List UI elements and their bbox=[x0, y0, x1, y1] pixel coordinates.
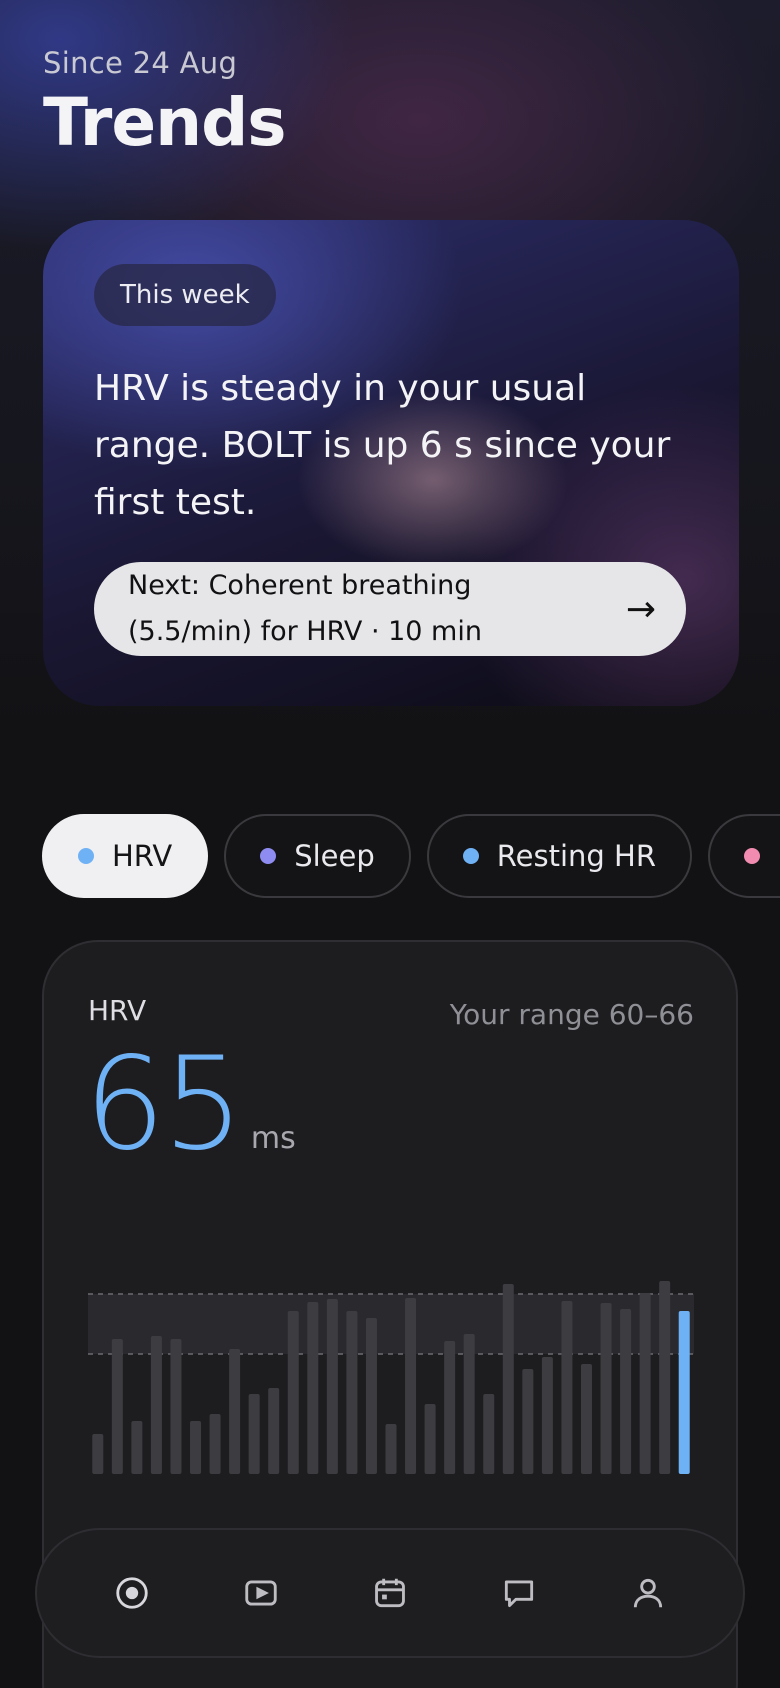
hrv-bar bbox=[170, 1339, 182, 1474]
hrv-bar bbox=[385, 1424, 397, 1474]
hrv-bar bbox=[111, 1339, 123, 1474]
bottom-navigation bbox=[35, 1528, 745, 1658]
chip-resting-hr[interactable]: Resting HR bbox=[426, 814, 692, 898]
this-week-badge: This week bbox=[94, 264, 276, 326]
chat-icon bbox=[505, 1580, 534, 1608]
hrv-bar bbox=[405, 1298, 417, 1474]
next-session-button[interactable]: Next: Coherent breathing (5.5/min) for H… bbox=[94, 562, 686, 656]
metric-dot-icon bbox=[743, 848, 760, 864]
hrv-bar bbox=[463, 1334, 475, 1474]
hrv-bar bbox=[365, 1318, 377, 1474]
chip-sleep[interactable]: Sleep bbox=[224, 814, 411, 898]
hrv-bar bbox=[620, 1309, 632, 1474]
hrv-bar bbox=[580, 1364, 592, 1474]
nav-chat[interactable] bbox=[484, 1558, 554, 1628]
current-value: 65 ms bbox=[84, 1040, 296, 1170]
weekly-summary-card: This week HRV is steady in your usual ra… bbox=[43, 220, 739, 706]
nav-calendar[interactable] bbox=[355, 1558, 425, 1628]
hrv-unit: ms bbox=[250, 1121, 296, 1156]
resting-hr-dot-icon bbox=[462, 848, 479, 864]
metric-chip-bar[interactable]: HRV Sleep Resting HR bbox=[42, 814, 780, 898]
hrv-bar bbox=[190, 1421, 202, 1474]
nav-sessions[interactable] bbox=[226, 1558, 296, 1628]
range-label: Your range 60–66 bbox=[449, 998, 694, 1031]
chip-label: Sleep bbox=[294, 839, 375, 873]
weekly-summary-text: HRV is steady in your usual range. BOLT … bbox=[94, 368, 671, 523]
play-icon bbox=[245, 1580, 277, 1606]
calendar-icon bbox=[375, 1578, 405, 1608]
hrv-bar bbox=[639, 1293, 651, 1474]
hrv-bar bbox=[483, 1394, 495, 1474]
sleep-dot-icon bbox=[260, 848, 277, 864]
hrv-bar bbox=[444, 1341, 456, 1474]
hrv-bar bbox=[150, 1336, 162, 1474]
hrv-bar bbox=[541, 1357, 553, 1474]
nav-home[interactable] bbox=[97, 1558, 167, 1628]
hrv-bar bbox=[131, 1421, 143, 1474]
since-date: Since 24 Aug bbox=[43, 46, 238, 80]
target-icon bbox=[115, 1577, 148, 1609]
hrv-bar bbox=[248, 1394, 260, 1474]
hrv-bar bbox=[424, 1404, 436, 1474]
hrv-bar bbox=[229, 1349, 241, 1474]
hrv-bar bbox=[92, 1434, 104, 1474]
hrv-bar-chart bbox=[88, 1281, 694, 1474]
profile-icon bbox=[634, 1578, 663, 1608]
metric-label: HRV bbox=[88, 994, 147, 1027]
chip-hrv[interactable]: HRV bbox=[42, 814, 209, 898]
hrv-bar bbox=[209, 1414, 221, 1474]
hrv-bar bbox=[346, 1311, 358, 1474]
hrv-bar bbox=[659, 1281, 671, 1474]
hrv-bar bbox=[326, 1299, 338, 1474]
hrv-bar bbox=[502, 1284, 514, 1474]
hrv-bar bbox=[268, 1388, 280, 1474]
hrv-bar bbox=[307, 1302, 319, 1474]
page-title: Trends bbox=[43, 84, 287, 161]
chip-label: HRV bbox=[112, 839, 173, 873]
hrv-dot-icon bbox=[78, 848, 94, 864]
hrv-bar-latest bbox=[678, 1311, 690, 1474]
hrv-bar bbox=[522, 1369, 534, 1474]
hrv-bar bbox=[600, 1303, 612, 1474]
chip-label: Resting HR bbox=[496, 839, 656, 873]
hrv-bar bbox=[561, 1301, 573, 1474]
hrv-bar bbox=[287, 1311, 299, 1474]
next-session-label: Next: Coherent breathing (5.5/min) for H… bbox=[128, 570, 482, 647]
hrv-value: 65 bbox=[84, 1030, 244, 1179]
nav-profile[interactable] bbox=[613, 1558, 683, 1628]
page-header: Since 24 Aug Trends bbox=[43, 46, 287, 161]
chip-more[interactable] bbox=[707, 814, 780, 898]
arrow-right-icon: → bbox=[625, 588, 656, 630]
